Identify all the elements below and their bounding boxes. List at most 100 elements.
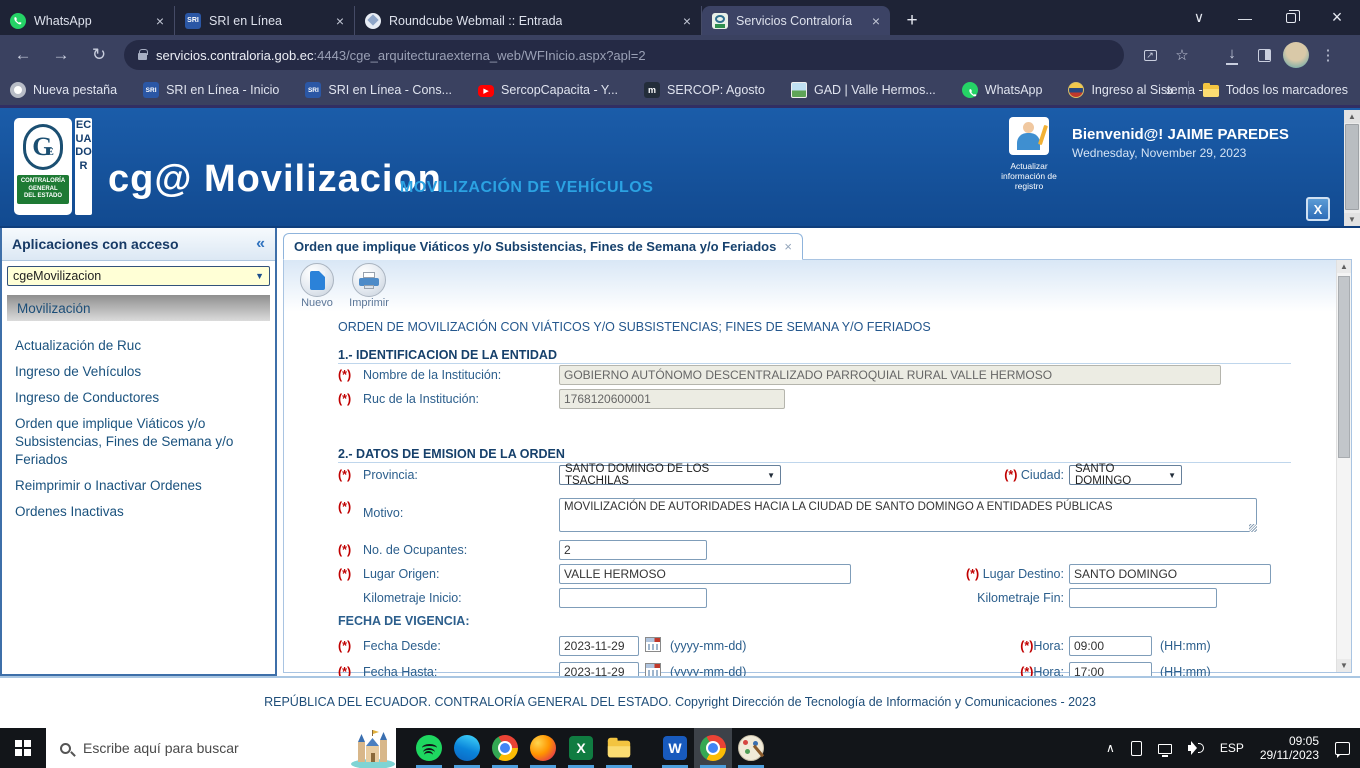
side-panel-button[interactable] <box>1250 41 1278 69</box>
language-indicator[interactable]: ESP <box>1220 741 1244 755</box>
start-button[interactable] <box>0 728 46 768</box>
reload-button[interactable]: ↻ <box>84 40 114 70</box>
notification-center-icon[interactable] <box>1335 741 1350 758</box>
sidebar-item-ingreso-vehiculos[interactable]: Ingreso de Vehículos <box>2 359 275 385</box>
logout-close-button[interactable]: X <box>1306 197 1330 221</box>
bookmark-label: SercopCapacita - Y... <box>501 83 619 97</box>
bookmark-star-button[interactable]: ☆ <box>1168 41 1196 69</box>
url-path: :4443/cge_arquitecturaexterna_web/WFInic… <box>313 47 646 63</box>
all-bookmarks-button[interactable]: Todos los marcadores <box>1202 83 1348 97</box>
kilometraje-inicio-input[interactable] <box>559 588 707 608</box>
content-tab-close-icon[interactable]: × <box>784 239 792 254</box>
scroll-down-icon[interactable]: ▼ <box>1344 213 1360 226</box>
forward-button[interactable]: → <box>46 40 76 70</box>
taskbar-excel[interactable]: X <box>562 728 600 768</box>
nombre-institucion-label: Nombre de la Institución: <box>363 368 502 382</box>
device-icon[interactable] <box>1130 740 1142 756</box>
provincia-select[interactable]: SANTO DOMINGO DE LOS TSACHILAS ▼ <box>559 463 781 487</box>
ecuador-crest-icon <box>1068 82 1085 98</box>
taskbar-spotify[interactable] <box>410 728 448 768</box>
taskbar-firefox[interactable] <box>524 728 562 768</box>
tab-roundcube[interactable]: Roundcube Webmail :: Entrada × <box>355 6 702 35</box>
taskbar-chrome[interactable] <box>486 728 524 768</box>
sidebar-group-movilizacion[interactable]: Movilización <box>7 295 270 321</box>
lugar-destino-input[interactable] <box>1069 564 1271 584</box>
taskbar-explorer[interactable] <box>600 728 638 768</box>
taskbar-paint[interactable] <box>732 728 770 768</box>
application-select[interactable]: cgeMovilizacion ▼ <box>7 266 270 286</box>
chevron-down-icon: ▼ <box>1168 470 1176 480</box>
tab-title: Roundcube Webmail :: Entrada <box>389 13 563 28</box>
bookmark-gad-valle-hermoso[interactable]: GAD | Valle Hermos... <box>790 82 936 98</box>
taskbar-word[interactable]: W <box>656 728 694 768</box>
tab-close-icon[interactable]: × <box>336 14 344 28</box>
tab-servicios-contraloria[interactable]: Servicios Contraloría × <box>702 6 890 35</box>
sidebar-header: Aplicaciones con acceso « <box>2 228 275 261</box>
taskbar-search[interactable]: Escribe aquí para buscar <box>46 728 396 768</box>
fecha-desde-input[interactable] <box>559 636 639 656</box>
downloads-button[interactable]: ↓ <box>1218 41 1246 69</box>
bookmark-sercop-agosto[interactable]: m SERCOP: Agosto <box>644 82 765 98</box>
profile-avatar[interactable] <box>1282 41 1310 69</box>
hora-desde-input[interactable] <box>1069 636 1152 656</box>
taskbar-edge[interactable] <box>448 728 486 768</box>
bookmarks-overflow-button[interactable]: » <box>1166 82 1174 98</box>
calendar-icon[interactable] <box>645 637 661 652</box>
search-placeholder: Escribe aquí para buscar <box>83 740 239 756</box>
scroll-up-icon[interactable]: ▲ <box>1344 110 1360 123</box>
clock-time: 09:05 <box>1288 734 1319 748</box>
scrollbar-thumb[interactable] <box>1338 276 1350 458</box>
tab-close-icon[interactable]: × <box>872 14 880 28</box>
sidebar-item-ingreso-conductores[interactable]: Ingreso de Conductores <box>2 385 275 411</box>
tab-sri[interactable]: SRI SRI en Línea × <box>175 6 355 35</box>
kilometraje-fin-input[interactable] <box>1069 588 1217 608</box>
back-button[interactable]: ← <box>8 40 38 70</box>
bookmark-sri-inicio[interactable]: SRI SRI en Línea - Inicio <box>143 82 279 98</box>
update-registration-button[interactable] <box>1009 117 1049 155</box>
scroll-up-icon[interactable]: ▲ <box>1337 260 1351 273</box>
form-scrollbar[interactable]: ▲ ▼ <box>1336 260 1351 672</box>
speaker-icon[interactable] <box>1187 741 1204 755</box>
new-tab-button[interactable]: + <box>898 7 926 35</box>
browser-menu-button[interactable]: ⋮ <box>1314 41 1342 69</box>
header-scrollbar[interactable]: ▲ ▼ <box>1344 110 1360 226</box>
word-icon: W <box>663 736 687 760</box>
pencil-icon <box>1038 124 1048 146</box>
bookmark-sri-consultas[interactable]: SRI SRI en Línea - Cons... <box>305 82 452 98</box>
ocupantes-input[interactable] <box>559 540 707 560</box>
bookmark-nueva-pestana[interactable]: Nueva pestaña <box>10 82 117 98</box>
collapse-sidebar-icon[interactable]: « <box>256 235 265 253</box>
share-button[interactable]: ↗ <box>1136 41 1164 69</box>
scroll-down-icon[interactable]: ▼ <box>1337 659 1351 672</box>
lugar-origen-input[interactable] <box>559 564 851 584</box>
sidebar-item-actualizacion-ruc[interactable]: Actualización de Ruc <box>2 333 275 359</box>
sidebar-item-reimprimir-inactivar[interactable]: Reimprimir o Inactivar Ordenes <box>2 473 275 499</box>
resize-handle[interactable] <box>1249 524 1257 532</box>
restore-icon <box>1286 9 1300 23</box>
taskbar: Escribe aquí para buscar X W ∧ ESP 09:05… <box>0 728 1360 768</box>
address-bar[interactable]: servicios.contraloria.gob.ec:4443/cge_ar… <box>124 40 1124 70</box>
tab-search-icon[interactable]: ∨ <box>1176 0 1222 35</box>
tab-close-icon[interactable]: × <box>683 14 691 28</box>
minimize-button[interactable]: — <box>1222 0 1268 35</box>
nuevo-button[interactable]: Nuevo <box>294 263 340 312</box>
bookmark-whatsapp[interactable]: WhatsApp <box>961 82 1042 98</box>
tab-close-icon[interactable]: × <box>156 14 164 28</box>
sidebar-item-ordenes-inactivas[interactable]: Ordenes Inactivas <box>2 499 275 525</box>
taskbar-chrome-active[interactable] <box>694 728 732 768</box>
network-icon[interactable] <box>1157 744 1172 757</box>
imprimir-button[interactable]: Imprimir <box>346 263 392 312</box>
bookmark-sercopcapacita[interactable]: ▶ SercopCapacita - Y... <box>478 83 618 97</box>
restore-button[interactable] <box>1268 0 1314 35</box>
tab-title: WhatsApp <box>34 13 92 28</box>
close-window-button[interactable]: × <box>1314 0 1360 35</box>
ciudad-select[interactable]: SANTO DOMINGO ▼ <box>1069 463 1182 487</box>
content-tab-orden-viaticos[interactable]: Orden que implique Viáticos y/o Subsiste… <box>283 233 803 260</box>
fecha-desde-label: Fecha Desde: <box>363 639 441 653</box>
taskbar-clock[interactable]: 09:05 29/11/2023 <box>1260 734 1319 762</box>
scrollbar-thumb[interactable] <box>1345 124 1359 210</box>
sidebar-item-orden-viaticos[interactable]: Orden que implique Viáticos y/o Subsiste… <box>2 411 275 473</box>
motivo-textarea[interactable]: MOVILIZACIÓN DE AUTORIDADES HACIA LA CIU… <box>559 498 1257 532</box>
tab-whatsapp[interactable]: WhatsApp × <box>0 6 175 35</box>
tray-expand-icon[interactable]: ∧ <box>1106 741 1115 755</box>
